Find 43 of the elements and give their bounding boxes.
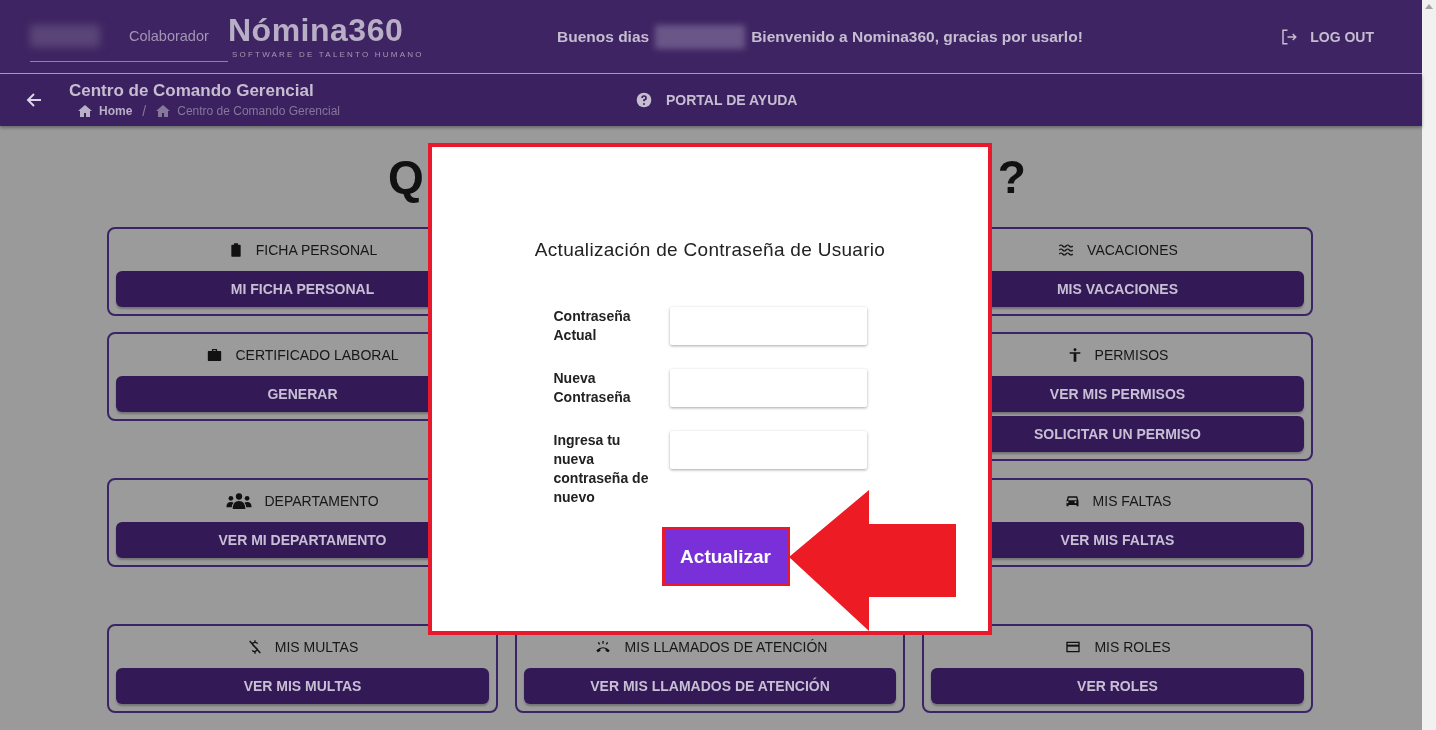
back-arrow-icon[interactable]	[26, 92, 42, 108]
page-heading-fragment: Q	[388, 150, 424, 205]
page-title: Centro de Comando Gerencial	[69, 81, 315, 101]
role-label: Colaborador	[129, 28, 209, 44]
briefcase-icon	[206, 347, 224, 363]
money-off-icon	[246, 638, 263, 656]
dialog-title: Actualización de Contraseña de Usuario	[534, 239, 886, 261]
page-heading-fragment: ?	[997, 150, 1026, 205]
help-icon	[636, 92, 652, 108]
breadcrumb-separator: /	[142, 103, 147, 119]
update-button[interactable]: Actualizar	[661, 527, 790, 586]
card-title: FICHA PERSONAL	[255, 242, 378, 258]
breadcrumb-item[interactable]: Home	[78, 104, 133, 118]
card-icon	[1064, 639, 1083, 655]
card-title: DEPARTAMENTO	[264, 493, 379, 509]
password-field[interactable]	[669, 431, 867, 469]
card-action-button[interactable]: VER MIS MULTAS	[116, 668, 489, 704]
logo-name: Nómina360	[228, 10, 405, 50]
field-label: Contraseña Actual	[553, 307, 632, 345]
blurred-avatar	[30, 25, 100, 47]
home-icon	[156, 105, 171, 117]
waves-icon	[1057, 242, 1076, 258]
people-icon	[226, 492, 253, 510]
greeting-text: Buenos dias	[557, 27, 650, 46]
logout-button[interactable]: LOG OUT	[1280, 27, 1374, 46]
help-portal-link[interactable]: PORTAL DE AYUDA	[636, 92, 798, 108]
card-title: MIS MULTAS	[274, 639, 359, 655]
card-title: VACACIONES	[1087, 242, 1178, 258]
card-action-button[interactable]: VER MIS LLAMADOS DE ATENCIÓN	[524, 668, 896, 704]
card-title: MIS ROLES	[1094, 639, 1171, 655]
logout-icon	[1280, 27, 1299, 46]
card-title: PERMISOS	[1094, 347, 1169, 363]
card-title: CERTIFICADO LABORAL	[235, 347, 399, 363]
home-icon	[78, 105, 92, 117]
field-label: Ingresa tu nueva contraseña de nuevo	[553, 431, 650, 507]
field-label: Nueva Contraseña	[553, 369, 632, 407]
card-title: MIS FALTAS	[1092, 493, 1172, 509]
card-title: MIS LLAMADOS DE ATENCIÓN	[624, 639, 828, 655]
card-action-button[interactable]: VER ROLES	[931, 668, 1304, 704]
logo-tagline: SOFTWARE DE TALENTO HUMANO	[231, 49, 424, 59]
password-field[interactable]	[669, 307, 867, 345]
welcome-text: Bienvenido a Nomina360, gracias por usarlo!	[751, 27, 1083, 46]
password-field[interactable]	[669, 369, 867, 407]
